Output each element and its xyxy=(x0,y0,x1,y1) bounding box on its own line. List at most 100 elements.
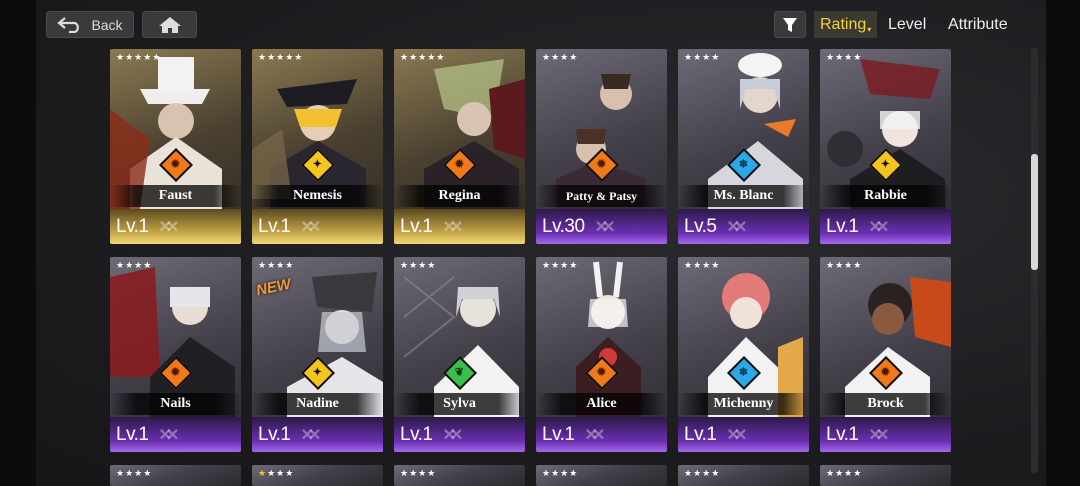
star-rating: ★★★★ xyxy=(684,468,721,478)
limit-break-icon: ✕✕ xyxy=(726,218,748,236)
level-bar: Lv.1 ✕✕ xyxy=(678,417,809,452)
star-rating: ★★★★ xyxy=(542,260,579,270)
star-rating: ★★★★ xyxy=(826,468,863,478)
character-level: Lv.1 xyxy=(826,423,859,445)
character-name: Sylva xyxy=(394,393,525,415)
level-bar: Lv.5 ✕✕ xyxy=(678,209,809,244)
sort-tab-rating[interactable]: Rating ▾ xyxy=(814,11,878,38)
sort-tab-level[interactable]: Level xyxy=(888,11,926,38)
limit-break-icon: ✕✕ xyxy=(868,426,890,444)
limit-break-icon: ✕✕ xyxy=(584,426,606,444)
level-bar: Lv.1 ✕✕ xyxy=(394,417,525,452)
character-card-nails[interactable]: ★★★★ ✹ Nails Lv.1 ✕✕ xyxy=(110,257,241,452)
limit-break-icon: ✕✕ xyxy=(300,218,322,236)
limit-break-icon: ✕✕ xyxy=(594,218,616,236)
star-rating: ★★★★ xyxy=(826,52,863,62)
star-rating: ★★★★ xyxy=(826,260,863,270)
star-rating: ★★★★ xyxy=(400,260,437,270)
limit-break-icon: ✕✕ xyxy=(442,218,464,236)
character-card-patty-and-patsy[interactable]: ★★★★ ✹ Patty & Patsy Lv.30 ✕✕ xyxy=(536,49,667,244)
star-rating: ★★★★★ xyxy=(258,52,304,62)
character-level: Lv.30 xyxy=(542,215,585,237)
character-card-regina[interactable]: ★★★★★ ✹ Regina Lv.1 ✕✕ xyxy=(394,49,525,244)
sort-tab-label: Attribute xyxy=(948,15,1008,33)
level-bar: Lv.1 ✕✕ xyxy=(536,417,667,452)
character-name: Brock xyxy=(820,393,951,415)
character-level: Lv.1 xyxy=(116,423,149,445)
character-level: Lv.1 xyxy=(116,215,149,237)
back-arrow-icon xyxy=(57,16,80,33)
character-level: Lv.1 xyxy=(400,423,433,445)
star-rating: ★★★★ xyxy=(258,468,295,478)
level-bar: Lv.1 ✕✕ xyxy=(252,417,383,452)
character-name: Faust xyxy=(110,185,241,207)
star-rating: ★★★★★ xyxy=(400,52,446,62)
character-level: Lv.5 xyxy=(684,215,717,237)
sort-tab-attribute[interactable]: Attribute xyxy=(948,11,1008,38)
character-card-partial[interactable]: ★★★★ xyxy=(394,465,525,486)
filter-icon xyxy=(783,17,797,32)
character-name: Alice xyxy=(536,393,667,415)
sort-tab-label: Rating xyxy=(820,15,867,33)
left-border xyxy=(0,0,36,486)
roster-scrollbar[interactable] xyxy=(1031,48,1038,473)
level-bar: Lv.1 ✕✕ xyxy=(820,417,951,452)
character-card-rabbie[interactable]: ★★★★ ✦ Rabbie Lv.1 ✕✕ xyxy=(820,49,951,244)
character-level: Lv.1 xyxy=(258,215,291,237)
home-icon xyxy=(158,16,181,33)
character-card-ms-blanc[interactable]: ★★★★ ❄ Ms. Blanc Lv.5 ✕✕ xyxy=(678,49,809,244)
star-rating: ★★★★ xyxy=(542,52,579,62)
character-name: Michenny xyxy=(678,393,809,415)
character-card-partial[interactable]: ★★★★ xyxy=(820,465,951,486)
character-name: Rabbie xyxy=(820,185,951,207)
character-card-partial[interactable]: ★★★★ xyxy=(678,465,809,486)
level-bar: Lv.1 ✕✕ xyxy=(110,417,241,452)
star-rating: ★★★★ xyxy=(400,468,437,478)
star-rating: ★★★★ xyxy=(258,260,295,270)
back-label: Back xyxy=(91,16,123,33)
star-rating: ★★★★ xyxy=(116,468,153,478)
character-level: Lv.1 xyxy=(684,423,717,445)
level-bar: Lv.1 ✕✕ xyxy=(110,209,241,244)
character-level: Lv.1 xyxy=(826,215,859,237)
character-card-nemesis[interactable]: ★★★★★ ✦ Nemesis Lv.1 ✕✕ xyxy=(252,49,383,244)
character-name: Nails xyxy=(110,393,241,415)
limit-break-icon: ✕✕ xyxy=(726,426,748,444)
character-name: Nadine xyxy=(252,393,383,415)
character-level: Lv.1 xyxy=(400,215,433,237)
character-name: Regina xyxy=(394,185,525,207)
star-rating: ★★★★ xyxy=(116,260,153,270)
limit-break-icon: ✕✕ xyxy=(158,426,180,444)
star-rating: ★★★★★ xyxy=(116,52,162,62)
level-bar: Lv.1 ✕✕ xyxy=(394,209,525,244)
character-card-michenny[interactable]: ★★★★ ❄ Michenny Lv.1 ✕✕ xyxy=(678,257,809,452)
filter-button[interactable] xyxy=(774,11,806,38)
back-button[interactable]: Back xyxy=(46,11,134,38)
character-level: Lv.1 xyxy=(542,423,575,445)
character-card-brock[interactable]: ★★★★ ✹ Brock Lv.1 ✕✕ xyxy=(820,257,951,452)
character-card-partial[interactable]: ★★★★ xyxy=(536,465,667,486)
scrollbar-thumb[interactable] xyxy=(1031,154,1038,270)
character-card-sylva[interactable]: ★★★★ ❦ Sylva Lv.1 ✕✕ xyxy=(394,257,525,452)
star-rating: ★★★★ xyxy=(542,468,579,478)
limit-break-icon: ✕✕ xyxy=(158,218,180,236)
limit-break-icon: ✕✕ xyxy=(868,218,890,236)
level-bar: Lv.1 ✕✕ xyxy=(252,209,383,244)
character-card-nadine[interactable]: NEW ★★★★ ✦ Nadine Lv.1 ✕✕ xyxy=(252,257,383,452)
character-name: Patty & Patsy xyxy=(536,185,667,207)
character-level: Lv.1 xyxy=(258,423,291,445)
limit-break-icon: ✕✕ xyxy=(300,426,322,444)
right-border xyxy=(1046,0,1080,486)
character-card-faust[interactable]: ★★★★★ ✹ Faust Lv.1 ✕✕ xyxy=(110,49,241,244)
character-card-alice[interactable]: ★★★★ ✹ Alice Lv.1 ✕✕ xyxy=(536,257,667,452)
character-name: Ms. Blanc xyxy=(678,185,809,207)
character-card-partial[interactable]: ★★★★ xyxy=(252,465,383,486)
character-card-partial[interactable]: ★★★★ xyxy=(110,465,241,486)
home-button[interactable] xyxy=(142,11,197,38)
level-bar: Lv.30 ✕✕ xyxy=(536,209,667,244)
caret-down-icon: ▾ xyxy=(867,25,872,34)
character-name: Nemesis xyxy=(252,185,383,207)
limit-break-icon: ✕✕ xyxy=(442,426,464,444)
sort-tab-label: Level xyxy=(888,15,927,33)
level-bar: Lv.1 ✕✕ xyxy=(820,209,951,244)
